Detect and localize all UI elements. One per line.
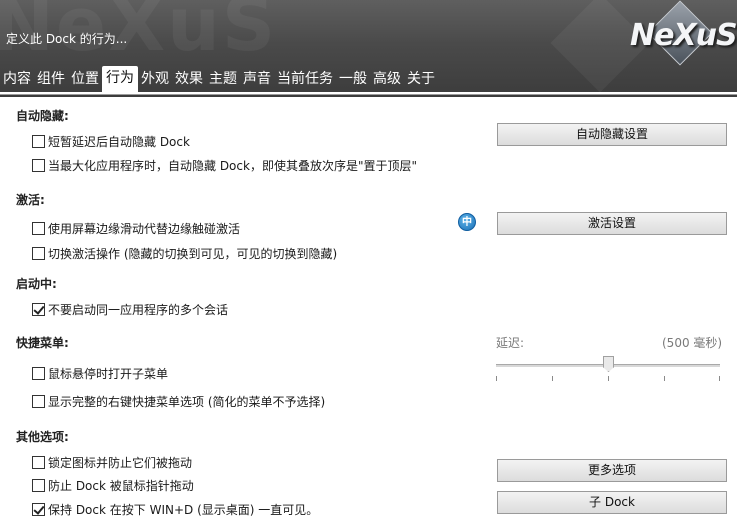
option-label: 锁定图标并防止它们被拖动 <box>48 455 193 470</box>
window-title: 定义此 Dock 的行为... <box>6 32 128 46</box>
checkbox[interactable] <box>32 455 45 469</box>
delay-value: (500 毫秒) <box>662 336 723 350</box>
option-full-context-menu[interactable]: 显示完整的右键快捷菜单选项 (简化的菜单不予选择) <box>32 393 325 409</box>
autohide-settings-button[interactable]: 自动隐藏设置 <box>497 123 727 146</box>
option-edge-swipe[interactable]: 使用屏幕边缘滑动代替边缘触碰激活 <box>32 220 240 236</box>
tab-separator <box>0 94 737 95</box>
section-startup-title: 启动中: <box>16 277 57 291</box>
checkbox[interactable] <box>32 134 45 148</box>
tab-advanced[interactable]: 高级 <box>370 68 404 92</box>
option-autohide-delay[interactable]: 短暂延迟后自动隐藏 Dock <box>32 133 190 149</box>
checkbox[interactable] <box>32 158 45 172</box>
option-label: 短暂延迟后自动隐藏 Dock <box>48 134 190 149</box>
tab-effects[interactable]: 效果 <box>172 68 206 92</box>
checkbox[interactable] <box>32 246 45 260</box>
delay-slider[interactable] <box>496 356 720 386</box>
option-label: 防止 Dock 被鼠标指针拖动 <box>48 478 194 493</box>
nexus-logo: NeXuS <box>622 0 737 68</box>
sub-dock-button[interactable]: 子 Dock <box>497 491 727 514</box>
tab-bar: 内容 组件 位置 行为 外观 效果 主题 声音 当前任务 一般 高级 关于 <box>0 66 438 92</box>
checkbox[interactable] <box>32 366 45 380</box>
section-autohide-title: 自动隐藏: <box>16 109 69 123</box>
section-shortcut-menu-title: 快捷菜单: <box>16 336 69 350</box>
more-options-button[interactable]: 更多选项 <box>497 459 727 482</box>
section-other-title: 其他选项: <box>16 430 69 444</box>
logo-text: NeXuS <box>630 18 737 53</box>
option-label: 不要启动同一应用程序的多个会话 <box>48 302 229 317</box>
checkbox[interactable] <box>32 478 45 492</box>
tab-sounds[interactable]: 声音 <box>240 68 274 92</box>
tab-components[interactable]: 组件 <box>34 68 68 92</box>
option-autohide-maximized[interactable]: 当最大化应用程序时，自动隐藏 Dock，即使其叠放次序是"置于顶层" <box>32 157 417 173</box>
option-prevent-drag[interactable]: 防止 Dock 被鼠标指针拖动 <box>32 477 194 493</box>
section-activation-title: 激活: <box>16 193 45 207</box>
slider-tick <box>608 376 609 381</box>
checkbox-checked[interactable] <box>32 302 45 316</box>
tab-general[interactable]: 一般 <box>336 68 370 92</box>
option-toggle-activation[interactable]: 切换激活操作 (隐藏的切换到可见，可见的切换到隐藏) <box>32 245 337 261</box>
tab-about[interactable]: 关于 <box>404 68 438 92</box>
tab-position[interactable]: 位置 <box>68 68 102 92</box>
checkbox[interactable] <box>32 221 45 235</box>
slider-tick <box>552 376 553 381</box>
tab-content[interactable]: 内容 <box>0 68 34 92</box>
option-single-session[interactable]: 不要启动同一应用程序的多个会话 <box>32 301 228 317</box>
option-label: 保持 Dock 在按下 WIN+D (显示桌面) 一直可见。 <box>48 502 319 517</box>
tab-current-tasks[interactable]: 当前任务 <box>274 68 336 92</box>
ime-badge-icon[interactable]: 中 <box>458 213 476 231</box>
tab-appearance[interactable]: 外观 <box>138 68 172 92</box>
delay-label: 延迟: <box>496 336 525 350</box>
tab-themes[interactable]: 主题 <box>206 68 240 92</box>
checkbox[interactable] <box>32 394 45 408</box>
slider-tick <box>719 376 720 381</box>
option-lock-icons[interactable]: 锁定图标并防止它们被拖动 <box>32 454 192 470</box>
option-label: 使用屏幕边缘滑动代替边缘触碰激活 <box>48 221 241 236</box>
option-label: 切换激活操作 (隐藏的切换到可见，可见的切换到隐藏) <box>48 246 338 261</box>
option-label: 鼠标悬停时打开子菜单 <box>48 366 169 381</box>
slider-tick <box>664 376 665 381</box>
activation-settings-button[interactable]: 激活设置 <box>497 212 727 235</box>
checkbox-checked[interactable] <box>32 502 45 516</box>
slider-thumb[interactable] <box>603 356 614 372</box>
option-hover-submenu[interactable]: 鼠标悬停时打开子菜单 <box>32 365 168 381</box>
slider-tick <box>496 376 497 381</box>
option-label: 当最大化应用程序时，自动隐藏 Dock，即使其叠放次序是"置于顶层" <box>48 158 417 173</box>
option-keep-visible-win-d[interactable]: 保持 Dock 在按下 WIN+D (显示桌面) 一直可见。 <box>32 501 318 517</box>
option-label: 显示完整的右键快捷菜单选项 (简化的菜单不予选择) <box>48 394 326 409</box>
tab-behavior[interactable]: 行为 <box>102 66 138 92</box>
header: NeXuS 定义此 Dock 的行为... NeXuS 内容 组件 位置 行为 … <box>0 0 737 97</box>
